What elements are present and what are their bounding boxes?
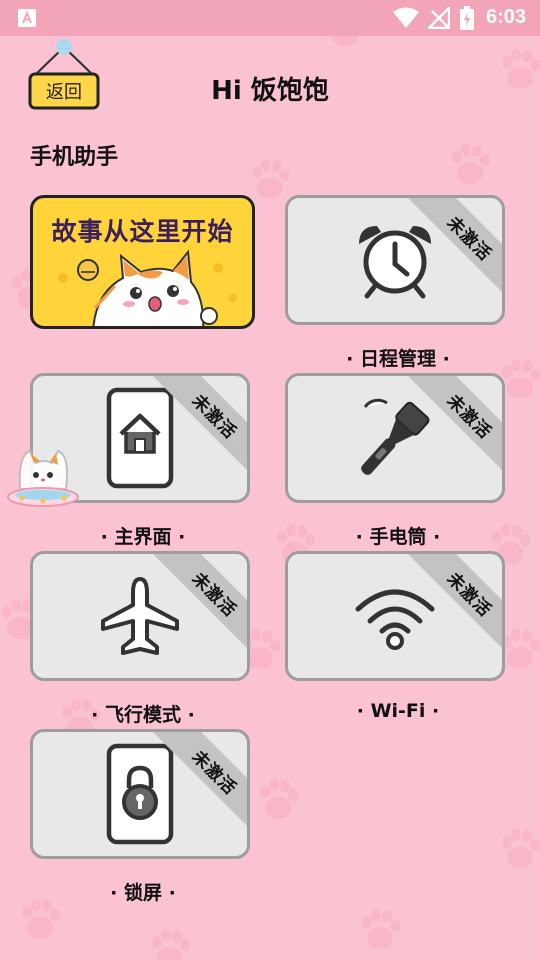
airplane-icon	[101, 577, 179, 655]
label-airplane-mode: · 飞行模式 ·	[91, 704, 195, 726]
home-phone-icon	[106, 387, 174, 489]
story-banner[interactable]: 故事从这里开始	[30, 195, 255, 329]
no-signal-icon	[428, 7, 450, 29]
app-notification-icon	[18, 9, 36, 27]
wifi-status-icon	[393, 7, 419, 28]
lock-phone-icon	[106, 743, 174, 845]
card-lock-screen[interactable]: 未激活	[30, 729, 250, 859]
label-wifi: · Wi-Fi ·	[356, 700, 440, 722]
card-airplane-mode[interactable]: 未激活	[30, 551, 250, 681]
cat-illustration	[58, 249, 237, 326]
page-title: Hi 饭饱饱	[211, 76, 329, 106]
back-label: 返回	[46, 82, 82, 103]
section-title: 手机助手	[30, 145, 119, 170]
status-bar: 6:03	[0, 0, 540, 36]
clock-time: 6:03	[486, 6, 527, 28]
label-schedule: · 日程管理 ·	[346, 348, 450, 370]
floating-cat-ufo[interactable]	[4, 443, 82, 521]
label-flashlight: · 手电筒 ·	[355, 526, 441, 548]
card-schedule[interactable]: 未激活	[285, 195, 505, 325]
flashlight-icon	[361, 398, 430, 475]
label-lock-screen: · 锁屏 ·	[110, 882, 176, 904]
battery-charging-icon	[460, 6, 474, 30]
alarm-clock-icon	[359, 226, 431, 299]
card-flashlight[interactable]: 未激活	[285, 373, 505, 503]
label-home-screen: · 主界面 ·	[100, 526, 186, 548]
wifi-icon	[355, 589, 435, 650]
card-wifi[interactable]: 未激活	[285, 551, 505, 681]
back-button[interactable]: 返回	[26, 38, 102, 112]
